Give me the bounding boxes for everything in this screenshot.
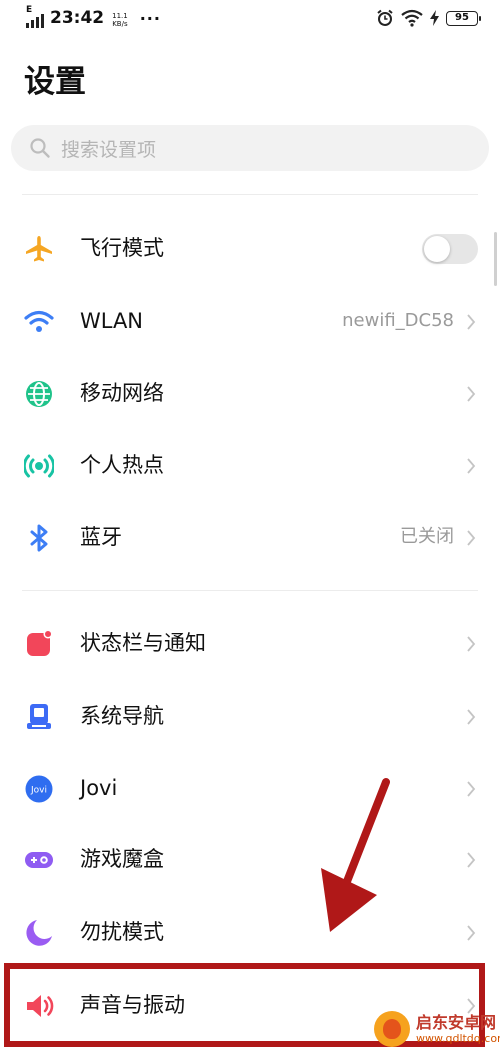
settings-item-status-bar-notifications[interactable]: 状态栏与通知: [0, 607, 500, 679]
settings-item-system-navigation[interactable]: 系统导航: [0, 680, 500, 752]
settings-item-label: WLAN: [80, 309, 144, 333]
moon-icon: [26, 920, 52, 946]
net-speed-value: 11.1: [112, 12, 128, 20]
navigation-icon: [27, 704, 51, 729]
settings-item-do-not-disturb[interactable]: 勿扰模式: [0, 896, 500, 968]
battery-icon: 95: [446, 10, 481, 26]
settings-item-game-box[interactable]: 游戏魔盒: [0, 823, 500, 895]
search-placeholder: 搜索设置项: [61, 138, 157, 161]
chevron-right-icon: [467, 530, 476, 546]
watermark-title: 启东安卓网: [416, 1012, 497, 1032]
settings-item-label: 状态栏与通知: [80, 631, 206, 655]
settings-item-label: 移动网络: [80, 381, 164, 405]
settings-item-label: 个人热点: [80, 453, 164, 477]
settings-item-label: Jovi: [80, 776, 118, 800]
chevron-right-icon: [467, 709, 476, 725]
wifi-icon: [24, 310, 54, 332]
settings-item-bluetooth[interactable]: 蓝牙 已关闭: [0, 501, 500, 573]
wifi-status-icon: [401, 9, 423, 27]
settings-item-airplane-mode[interactable]: 飞行模式: [0, 212, 500, 284]
settings-item-label: 游戏魔盒: [80, 847, 164, 871]
more-notifications-icon: ···: [139, 9, 161, 28]
settings-item-wlan[interactable]: WLAN newifi_DC58: [0, 285, 500, 357]
clock: 23:42: [50, 8, 105, 28]
scrollbar[interactable]: [494, 232, 497, 286]
toggle-knob: [424, 236, 450, 262]
chevron-right-icon: [467, 925, 476, 941]
settings-item-jovi[interactable]: Jovi Jovi: [0, 752, 500, 824]
watermark-url: www.qdltdq.com: [416, 1031, 500, 1045]
divider: [22, 590, 478, 591]
search-bar[interactable]: 搜索设置项: [11, 125, 489, 171]
bluetooth-status: 已关闭: [400, 526, 454, 547]
jovi-icon-text: Jovi: [30, 786, 47, 796]
chevron-right-icon: [467, 458, 476, 474]
status-bar: E 23:42 11.1 KB/s ··· 95: [0, 0, 500, 40]
chevron-right-icon: [467, 314, 476, 330]
notification-icon: [27, 629, 53, 656]
game-box-icon: [25, 852, 53, 868]
divider: [22, 194, 478, 195]
alarm-icon: [377, 9, 393, 26]
chevron-right-icon: [467, 636, 476, 652]
watermark: 启东安卓网 www.qdltdq.com: [374, 1011, 500, 1047]
charging-icon: [430, 10, 439, 26]
chevron-right-icon: [467, 781, 476, 797]
wlan-network-name: newifi_DC58: [342, 310, 454, 331]
hotspot-icon: [24, 454, 54, 478]
chevron-right-icon: [467, 852, 476, 868]
settings-item-label: 勿扰模式: [80, 920, 164, 944]
settings-item-hotspot[interactable]: 个人热点: [0, 429, 500, 501]
settings-item-label: 系统导航: [80, 704, 164, 728]
net-speed-unit: KB/s: [112, 20, 128, 28]
signal-icon: [26, 14, 44, 28]
jovi-icon: Jovi: [25, 775, 53, 803]
search-icon: [30, 138, 50, 158]
net-speed: 11.1 KB/s: [112, 12, 128, 28]
settings-item-mobile-network[interactable]: 移动网络: [0, 357, 500, 429]
bluetooth-icon: [30, 524, 48, 552]
airplane-mode-toggle[interactable]: [422, 234, 478, 264]
settings-item-label: 蓝牙: [80, 525, 122, 549]
globe-icon: [26, 381, 52, 407]
chevron-right-icon: [467, 386, 476, 402]
airplane-icon: [26, 236, 52, 262]
settings-item-label: 飞行模式: [80, 236, 164, 260]
page-title: 设置: [24, 64, 86, 100]
watermark-logo-icon: [374, 1011, 410, 1047]
